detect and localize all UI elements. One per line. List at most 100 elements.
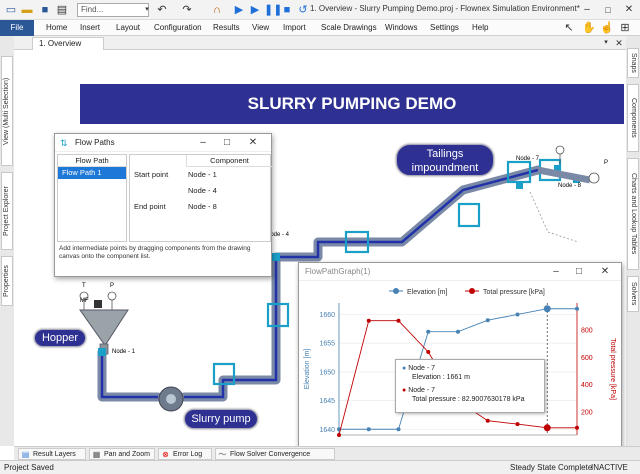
find-dropdown-icon[interactable]: ▾ (140, 3, 154, 17)
data-point (337, 433, 341, 437)
menu-layout[interactable]: Layout (116, 23, 140, 32)
menu-insert[interactable]: Insert (80, 23, 100, 32)
tab-flow-solver-convergence[interactable]: 〜 Flow Solver Convergence (215, 448, 335, 460)
flow-path-list: Flow Path Flow Path 1 (57, 154, 127, 242)
row-component[interactable]: Node - 4 (188, 186, 217, 195)
tab-view-multi-selection[interactable]: View (Multi Selection) (1, 56, 13, 166)
pause-icon[interactable]: ❚❚ (264, 3, 282, 17)
node-1-marker[interactable] (98, 348, 106, 356)
tab-label: View (Multi Selection) (3, 77, 10, 145)
flow-paths-titlebar[interactable]: ⇅ Flow Paths – □ ✕ (55, 134, 271, 152)
step-icon[interactable]: ▶ (248, 3, 262, 17)
row-component[interactable]: Node - 1 (188, 170, 217, 179)
reset-icon[interactable]: ↺ (296, 3, 310, 17)
menu-view[interactable]: View (252, 23, 269, 32)
magnet-icon[interactable]: ∩ (210, 3, 224, 17)
tab-charts-and-lookup-tables[interactable]: Charts and Lookup Tables (627, 158, 639, 270)
tab-label: Solvers (630, 282, 637, 306)
pan-tool-icon[interactable]: ✋ (582, 21, 596, 35)
minimize-icon[interactable]: – (191, 134, 215, 152)
pointer-tool-icon[interactable]: ↖ (562, 21, 576, 35)
menu-home[interactable]: Home (46, 23, 67, 32)
menu-windows[interactable]: Windows (385, 23, 417, 32)
open-folder-icon[interactable]: ▬ (20, 3, 34, 17)
y-tick-label: 1640 (319, 427, 335, 434)
close-icon[interactable]: ✕ (241, 134, 265, 152)
tab-overview[interactable]: 1. Overview (32, 37, 104, 50)
tab-result-layers[interactable]: ▤ Result Layers (18, 448, 86, 460)
right-dock-panel: Snaps Components Charts and Lookup Table… (626, 36, 640, 446)
run-steady-icon[interactable]: ▶ (232, 3, 246, 17)
menu-results[interactable]: Results (213, 23, 240, 32)
file-menu[interactable]: File (0, 20, 34, 36)
find-input[interactable]: Find... (77, 3, 149, 17)
node-1-label: Node - 1 (112, 349, 136, 355)
window-title: 1. Overview - Slurry Pumping Demo.proj -… (310, 4, 580, 13)
data-point (485, 418, 490, 423)
y-tick-label: 1645 (319, 398, 335, 405)
undo-icon[interactable]: ↶ (155, 3, 169, 17)
status-bar: Project Saved Steady State Complete INAC… (0, 460, 640, 474)
tab-overview-label: 1. Overview (39, 39, 82, 48)
node-4-marker[interactable] (272, 253, 280, 261)
stop-icon[interactable]: ■ (280, 3, 294, 17)
data-point (575, 306, 579, 311)
status-solver-state: Steady State Complete (510, 463, 593, 472)
hand-tool-icon[interactable]: ☝ (600, 21, 614, 35)
data-point (426, 349, 431, 354)
selected-pipe-4[interactable] (457, 202, 481, 228)
data-point (543, 424, 551, 432)
data-point (515, 422, 520, 427)
print-icon[interactable]: ▤ (55, 3, 69, 17)
tab-close-icon[interactable]: ✕ (612, 36, 626, 50)
maximize-icon[interactable]: □ (215, 134, 239, 152)
flow-path-item[interactable]: Flow Path 1 (58, 167, 126, 179)
tab-error-log[interactable]: ⊗ Error Log (158, 448, 212, 460)
tab-label: Project Explorer (3, 186, 10, 236)
new-file-icon[interactable]: ▭ (4, 3, 18, 17)
legend-swatch-marker (393, 288, 399, 294)
component-column-header: Component (186, 155, 272, 167)
maximize-icon[interactable]: □ (567, 263, 591, 281)
tab-project-explorer[interactable]: Project Explorer (1, 172, 13, 250)
save-icon[interactable]: ■ (38, 3, 52, 17)
hopper-shape[interactable] (79, 309, 129, 345)
tooltip-marker-icon: ● (402, 365, 407, 372)
row-component[interactable]: Node - 8 (188, 202, 217, 211)
flow-paths-window: ⇅ Flow Paths – □ ✕ Flow Path Flow Path 1… (54, 133, 272, 277)
tailings-line1: Tailings (426, 148, 464, 160)
grid-tool-icon[interactable]: ⊞ (618, 21, 632, 35)
redo-icon[interactable]: ↷ (180, 3, 194, 17)
component-list: Component Start point Node - 1 Node - 4 … (129, 154, 272, 242)
tailings-line2: impoundment (411, 162, 479, 174)
data-point (456, 329, 460, 334)
close-icon[interactable]: ✕ (622, 3, 636, 17)
gauge-t-label: T (82, 283, 86, 289)
tab-properties[interactable]: Properties (1, 256, 13, 306)
tab-components[interactable]: Components (627, 84, 639, 152)
close-icon[interactable]: ✕ (593, 263, 617, 281)
maximize-icon[interactable]: □ (601, 3, 615, 17)
menu-help[interactable]: Help (472, 23, 488, 32)
menu-import[interactable]: Import (283, 23, 306, 32)
flow-path-column-header: Flow Path (58, 155, 126, 167)
menu-configuration[interactable]: Configuration (154, 23, 202, 32)
minimize-icon[interactable]: – (580, 3, 594, 17)
tab-solvers[interactable]: Solvers (627, 276, 639, 312)
graph-titlebar[interactable]: FlowPathGraph(1) – □ ✕ (299, 263, 621, 281)
tab-pan-and-zoom[interactable]: ▦ Pan and Zoom (89, 448, 155, 460)
tab-list-dropdown-icon[interactable]: ▾ (599, 36, 613, 50)
menu-scale-drawings[interactable]: Scale Drawings (321, 23, 377, 32)
menu-settings[interactable]: Settings (430, 23, 459, 32)
tooltip-series2-row: ● Node - 7 (402, 386, 538, 395)
minimize-icon[interactable]: – (544, 263, 568, 281)
layers-icon: ▤ (21, 450, 30, 459)
y-tick-label: 1655 (319, 341, 335, 348)
document-tab-bar: 1. Overview ▾ ✕ (14, 36, 626, 50)
y-tick-label: 1660 (319, 312, 335, 319)
left-dock-panel: View (Multi Selection) Project Explorer … (0, 36, 14, 446)
tab-snaps[interactable]: Snaps (627, 48, 639, 78)
row-point-label: End point (134, 202, 166, 211)
flow-paths-icon: ⇅ (60, 138, 68, 148)
data-point (426, 329, 431, 334)
